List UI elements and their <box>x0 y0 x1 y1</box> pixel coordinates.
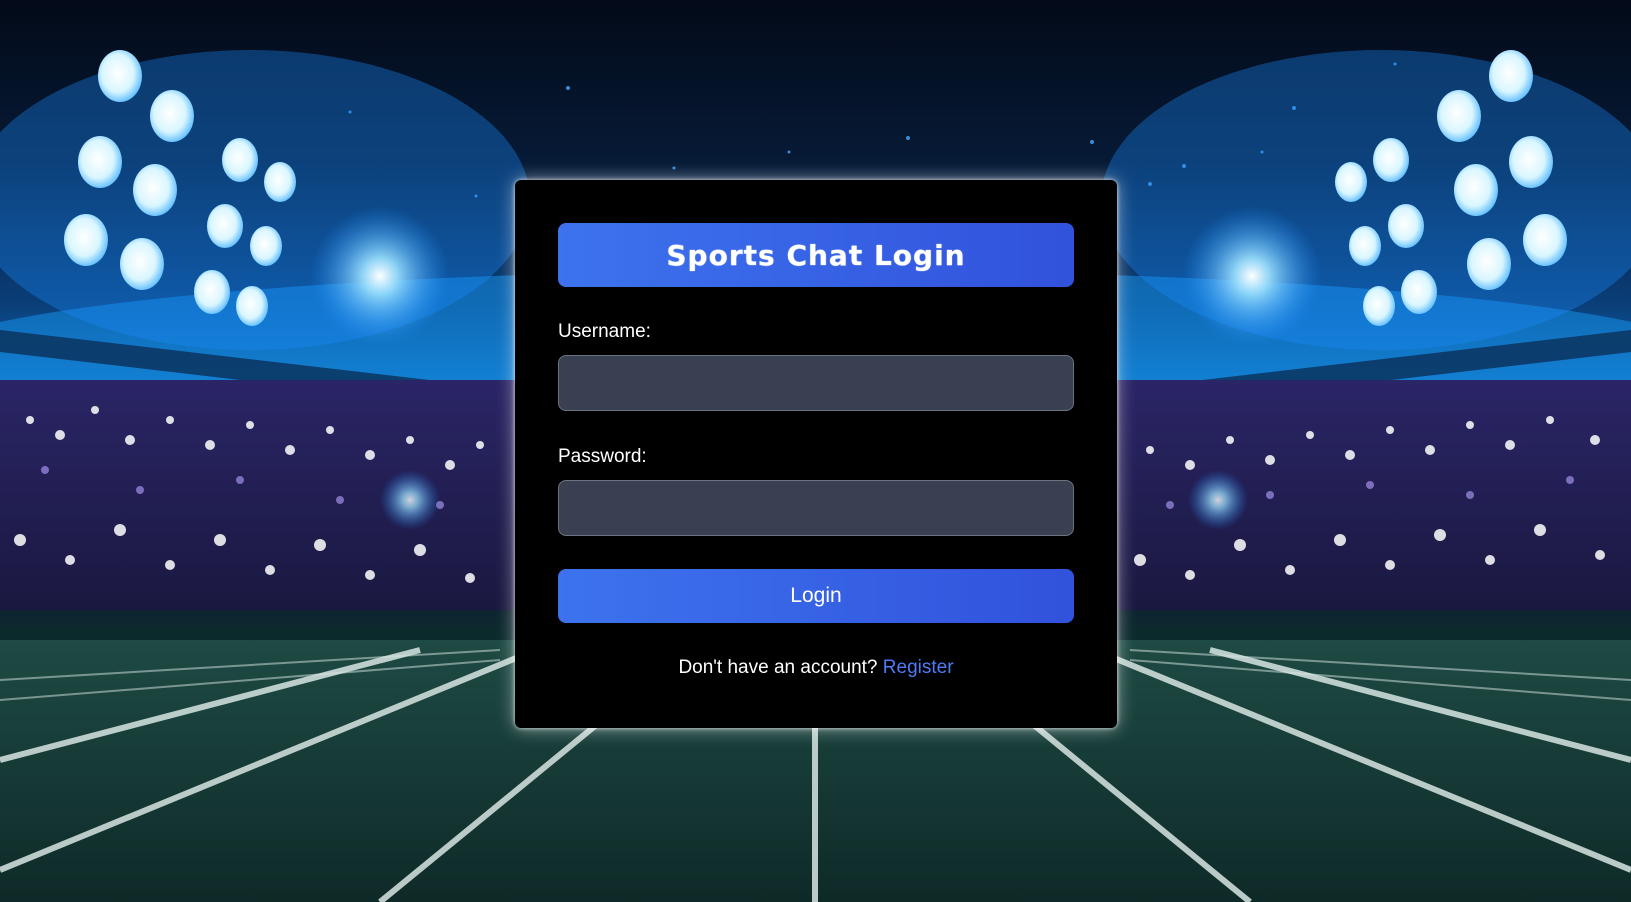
register-row: Don't have an account? Register <box>558 657 1074 679</box>
login-button[interactable]: Login <box>558 569 1074 623</box>
register-link[interactable]: Register <box>883 657 954 678</box>
password-input[interactable] <box>558 480 1074 536</box>
username-input[interactable] <box>558 355 1074 411</box>
login-title: Sports Chat Login <box>558 223 1074 287</box>
username-label: Username: <box>558 321 651 342</box>
stadium-background: Sports Chat Login Username: Password: Lo… <box>0 0 1631 902</box>
register-prompt: Don't have an account? <box>678 657 878 678</box>
login-card: Sports Chat Login Username: Password: Lo… <box>515 180 1117 728</box>
password-label: Password: <box>558 446 647 467</box>
